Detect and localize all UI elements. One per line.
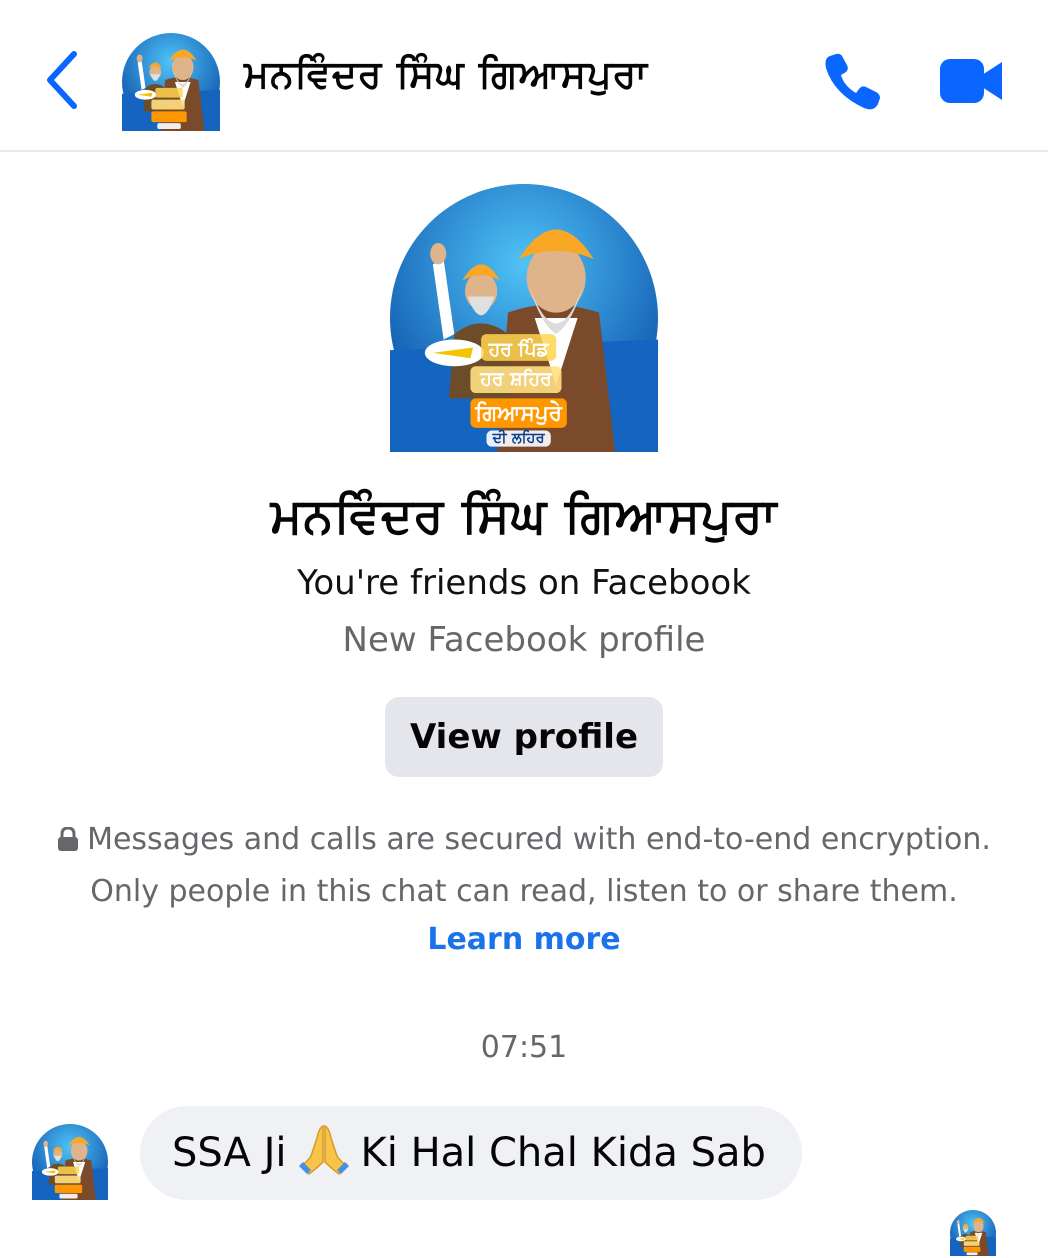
back-chevron-icon[interactable] xyxy=(40,48,86,112)
poster-text-4: ਦੀ ਲਹਿਰ xyxy=(492,429,546,447)
encryption-text-1: Messages and calls are secured with end-… xyxy=(87,822,991,857)
chat-header: ਮਨਵਿੰਦਰ ਸਿੰਘ ਗਿਆਸਪੁਰਾ xyxy=(0,0,1048,152)
encryption-notice-line2: Only people in this chat can read, liste… xyxy=(90,874,958,909)
read-receipt-avatar xyxy=(950,1210,996,1256)
profile-subtitle: New Facebook profile xyxy=(342,620,706,660)
message-timestamp: 07:51 xyxy=(480,1030,568,1065)
message-bubble[interactable]: SSA Ji Ki Hal Chal Kida Sab xyxy=(140,1106,802,1200)
poster-text-2: ਹਰ ਸ਼ਹਿਰ xyxy=(479,367,553,390)
folded-hands-icon xyxy=(298,1124,349,1175)
sender-avatar[interactable] xyxy=(32,1124,108,1200)
contact-avatar[interactable] xyxy=(122,33,220,131)
message-text-end: Ki Hal Chal Kida Sab xyxy=(360,1130,766,1176)
contact-name[interactable]: ਮਨਵਿੰਦਰ ਸਿੰਘ ਗਿਆਸਪੁਰਾ xyxy=(244,52,648,97)
profile-picture[interactable]: ਹਰ ਪਿੰਡ ਹਰ ਸ਼ਹਿਰ ਗਿਆਸਪੁਰੇ ਦੀ ਲਹਿਰ xyxy=(390,184,658,452)
encryption-notice-line1: Messages and calls are secured with end-… xyxy=(0,822,1048,857)
video-call-icon[interactable] xyxy=(938,53,1004,109)
learn-more-link[interactable]: Learn more xyxy=(0,922,1048,957)
view-profile-button[interactable]: View profile xyxy=(385,697,663,777)
profile-name: ਮਨਵਿੰਦਰ ਸਿੰਘ ਗਿਆਸਪੁਰਾ xyxy=(270,488,778,544)
lock-icon xyxy=(58,827,79,851)
message-text-start: SSA Ji xyxy=(172,1130,287,1176)
poster-text-1: ਹਰ ਪਿੰਡ xyxy=(488,338,551,361)
phone-call-icon[interactable] xyxy=(820,50,888,114)
poster-text-3: ਗਿਆਸਪੁਰੇ xyxy=(474,400,562,426)
friends-status-text: You're friends on Facebook xyxy=(297,563,751,603)
